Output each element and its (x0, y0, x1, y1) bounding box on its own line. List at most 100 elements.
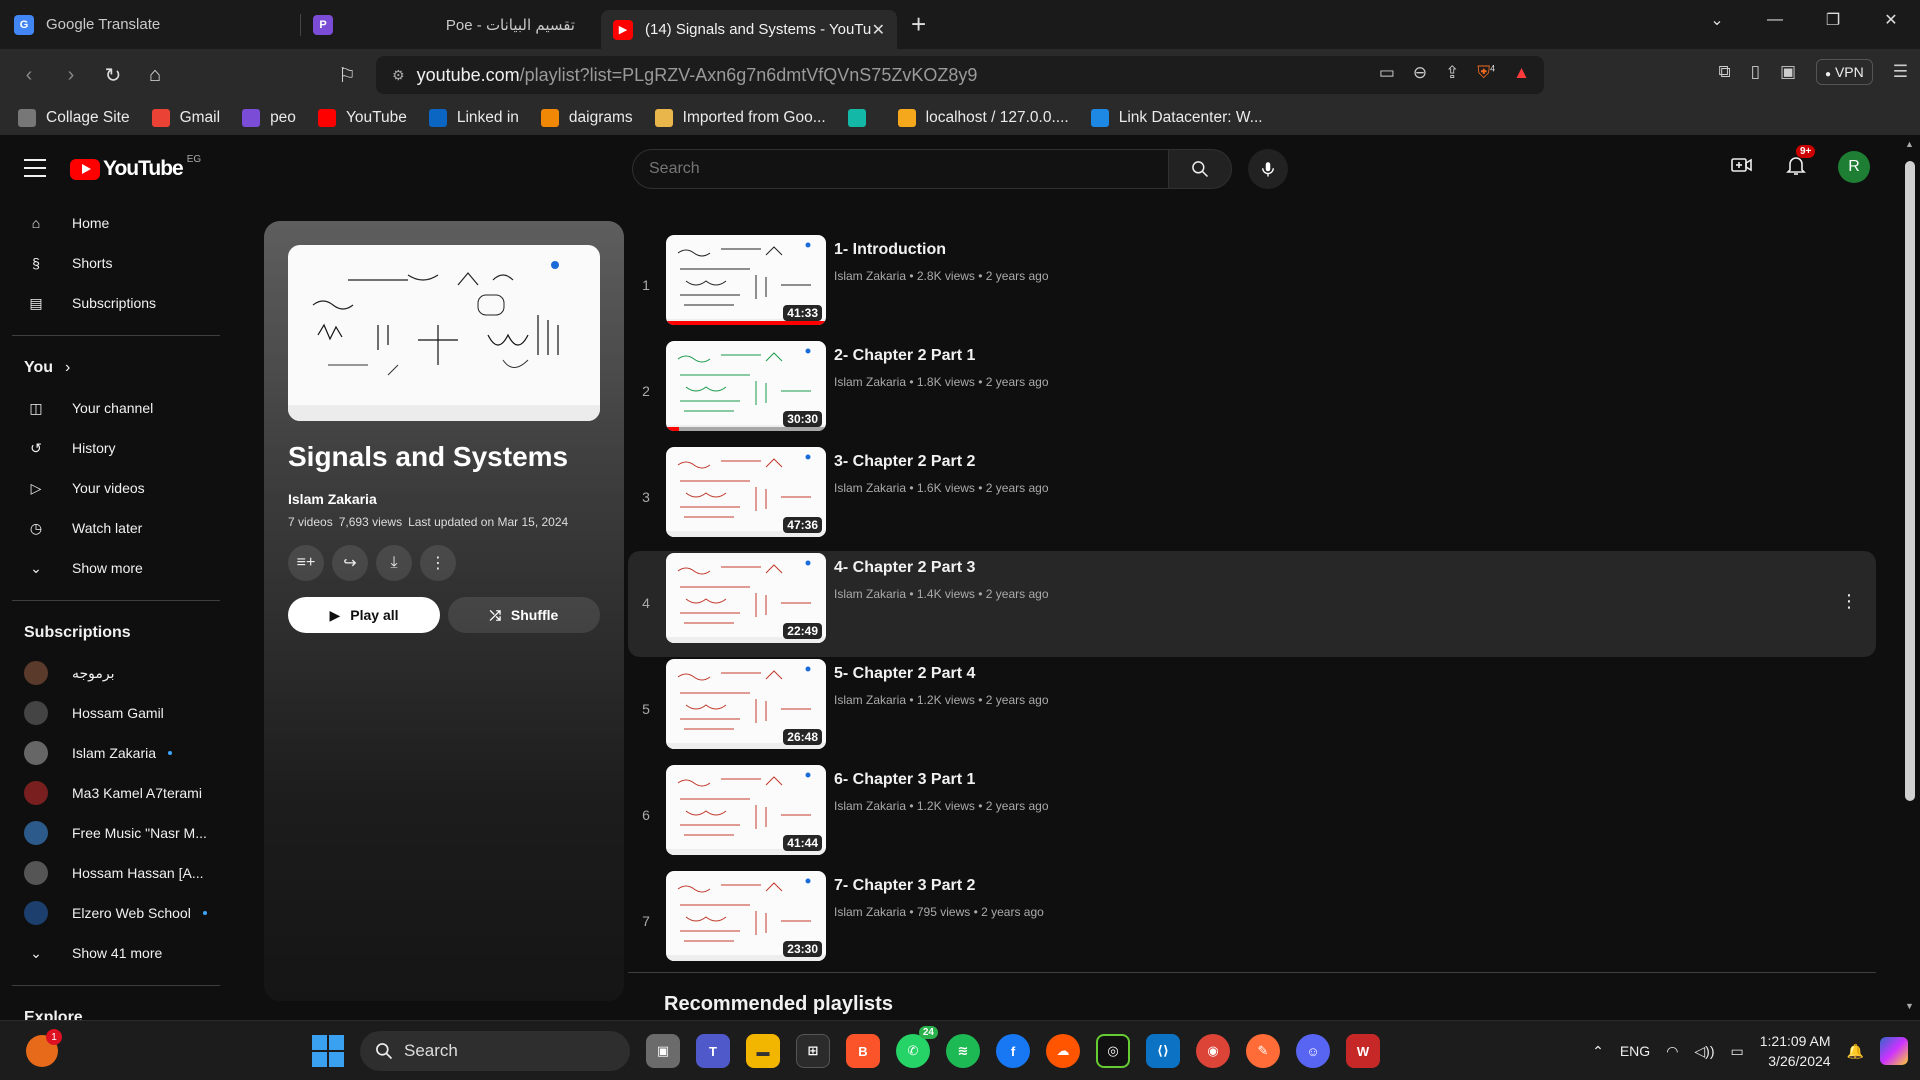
copilot-icon[interactable] (1880, 1037, 1908, 1065)
sidebar-item-subscriptions[interactable]: ▤ Subscriptions (0, 283, 232, 323)
video-title[interactable]: 4- Chapter 2 Part 3 (834, 559, 1049, 577)
vscode-icon[interactable]: ⟨⟩ (1146, 1034, 1180, 1068)
discord-icon[interactable]: ☺ (1296, 1034, 1330, 1068)
cast-icon[interactable]: ▭ (1379, 63, 1395, 83)
address-bar[interactable]: ⚙ youtube.com /playlist?list=PLgRZV-Axn6… (376, 56, 1544, 94)
notification-bell-icon[interactable]: 🔔 (1847, 1043, 1864, 1060)
brave-shield-icon[interactable]: ⛨4 (1477, 63, 1495, 83)
new-tab-button[interactable]: + (911, 9, 926, 40)
show-more-subscriptions[interactable]: ⌄ Show 41 more (0, 933, 232, 973)
microsoft-store-icon[interactable]: ⊞ (796, 1034, 830, 1068)
start-button[interactable] (312, 1035, 344, 1067)
page-scrollbar[interactable]: ▲ ▼ (1902, 135, 1918, 1020)
bookmark-item[interactable]: Collage Site (18, 109, 130, 127)
video-thumbnail[interactable]: 41:33 (666, 235, 826, 325)
tray-overflow-icon[interactable]: ⌃ (1592, 1043, 1604, 1060)
sidebar-toggle-icon[interactable]: ▯ (1751, 62, 1760, 82)
share-icon[interactable]: ⇪ (1445, 63, 1459, 83)
task-view-icon[interactable]: ▣ (646, 1034, 680, 1068)
playlist-video-row[interactable]: 4 22:49 4- Chapter 2 Part 3 Islam Zakaria •… (628, 551, 1876, 657)
youtube-logo[interactable]: YouTube EG (70, 154, 201, 181)
sidebar-item-your-channel[interactable]: ◫ Your channel (0, 388, 232, 428)
minimize-button[interactable]: — (1746, 11, 1804, 29)
you-section-link[interactable]: You › (0, 348, 232, 388)
video-title[interactable]: 7- Chapter 3 Part 2 (834, 877, 1044, 895)
more-options-icon[interactable]: ⋮ (1840, 591, 1858, 612)
bookmark-item[interactable]: peo (242, 109, 296, 127)
subscription-item[interactable]: برموجه (0, 653, 232, 693)
restore-button[interactable]: ❐ (1804, 10, 1862, 30)
extensions-icon[interactable]: ⧉ (1718, 62, 1730, 82)
more-options-icon[interactable]: ⋮ (420, 545, 456, 581)
video-thumbnail[interactable]: 23:30 (666, 871, 826, 961)
guide-menu-icon[interactable] (24, 159, 46, 183)
video-thumbnail[interactable]: 22:49 (666, 553, 826, 643)
bookmark-icon[interactable]: ⚐ (326, 63, 368, 88)
playlist-thumbnail[interactable] (288, 245, 600, 421)
menu-icon[interactable]: ☰ (1893, 62, 1908, 82)
subscription-item[interactable]: Islam Zakaria (0, 733, 232, 773)
bookmark-item[interactable]: Gmail (151, 109, 220, 127)
search-button[interactable] (1168, 149, 1232, 189)
close-window-button[interactable]: ✕ (1862, 10, 1920, 30)
video-title[interactable]: 6- Chapter 3 Part 1 (834, 771, 1049, 789)
search-input[interactable] (632, 149, 1168, 189)
video-thumbnail[interactable]: 47:36 (666, 447, 826, 537)
subscription-item[interactable]: Hossam Gamil (0, 693, 232, 733)
brave-rewards-icon[interactable]: ▲ (1513, 63, 1530, 83)
video-title[interactable]: 2- Chapter 2 Part 1 (834, 347, 1049, 365)
playlist-owner[interactable]: Islam Zakaria (288, 491, 600, 507)
video-thumbnail[interactable]: 30:30 (666, 341, 826, 431)
sidebar-item-shorts[interactable]: § Shorts (0, 243, 232, 283)
clock[interactable]: 1:21:09 AM 3/26/2024 (1760, 1031, 1831, 1071)
share-icon[interactable]: ↪ (332, 545, 368, 581)
play-all-button[interactable]: ▶ Play all (288, 597, 440, 633)
subscription-item[interactable]: Free Music "Nasr M... (0, 813, 232, 853)
teams-icon[interactable]: T (696, 1034, 730, 1068)
playlist-video-row[interactable]: 5 26:48 5- Chapter 2 Part 4 Islam Zakaria •… (628, 657, 1876, 763)
bookmark-item[interactable]: Linked in (428, 109, 519, 127)
volume-icon[interactable]: ◁)) (1694, 1043, 1714, 1060)
tab-search-icon[interactable]: ⌄ (1688, 10, 1746, 30)
postman-icon[interactable]: ✎ (1246, 1034, 1280, 1068)
download-icon[interactable]: ⤓ (376, 545, 412, 581)
sidebar-item-home[interactable]: ⌂ Home (0, 203, 232, 243)
create-video-icon[interactable] (1730, 153, 1754, 182)
sidebar-item-history[interactable]: ↺ History (0, 428, 232, 468)
sidebar-item-your-videos[interactable]: ▷ Your videos (0, 468, 232, 508)
file-explorer-icon[interactable]: ▬ (746, 1034, 780, 1068)
bookmark-item[interactable]: localhost / 127.0.0.... (897, 109, 1069, 127)
whatsapp-icon[interactable]: ✆ 24 (896, 1026, 938, 1068)
bookmark-item[interactable]: Link Datacenter: W... (1090, 109, 1263, 127)
reload-button[interactable]: ↻ (92, 63, 134, 88)
scrollbar-thumb[interactable] (1905, 161, 1915, 801)
wifi-icon[interactable]: ◠ (1666, 1043, 1678, 1060)
language-indicator[interactable]: ENG (1620, 1043, 1650, 1059)
sidebar-item-watch-later[interactable]: ◷ Watch later (0, 508, 232, 548)
chrome-icon[interactable]: ◉ (1196, 1034, 1230, 1068)
account-avatar[interactable]: R (1838, 151, 1870, 183)
playlist-video-row[interactable]: 6 41:44 6- Chapter 3 Part 1 Islam Zakaria •… (628, 763, 1876, 869)
notifications-button[interactable]: 9+ (1784, 144, 1816, 182)
video-title[interactable]: 1- Introduction (834, 241, 1049, 259)
subscription-item[interactable]: Ma3 Kamel A7terami (0, 773, 232, 813)
site-info-icon[interactable]: ⚙ (392, 67, 405, 84)
save-playlist-icon[interactable]: ≡+ (288, 545, 324, 581)
playlist-video-row[interactable]: 2 30:30 2- Chapter 2 Part 1 Islam Zakaria •… (628, 339, 1876, 445)
forward-button[interactable]: › (50, 64, 92, 87)
back-button[interactable]: ‹ (8, 64, 50, 87)
video-title[interactable]: 5- Chapter 2 Part 4 (834, 665, 1049, 683)
bookmark-item[interactable]: Imported from Goo... (654, 109, 826, 127)
subscription-item[interactable]: Hossam Hassan [A... (0, 853, 232, 893)
brave-browser-icon[interactable]: B (846, 1034, 880, 1068)
bookmark-item[interactable]: YouTube (317, 109, 407, 127)
video-thumbnail[interactable]: 41:44 (666, 765, 826, 855)
tab-poe[interactable]: P Poe - تقسيم البيانات (301, 6, 601, 44)
sidebar-item-show-more[interactable]: ⌄ Show more (0, 548, 232, 588)
playlist-video-row[interactable]: 1 41:33 1- Introduction Islam Zakaria • 2.8… (628, 233, 1876, 339)
zoom-icon[interactable]: ⊖ (1413, 63, 1427, 83)
taskbar-search[interactable]: Search (360, 1031, 630, 1071)
spotify-icon[interactable]: ≋ (946, 1034, 980, 1068)
bookmark-item[interactable] (847, 109, 876, 127)
obs-icon[interactable]: ◎ (1096, 1034, 1130, 1068)
